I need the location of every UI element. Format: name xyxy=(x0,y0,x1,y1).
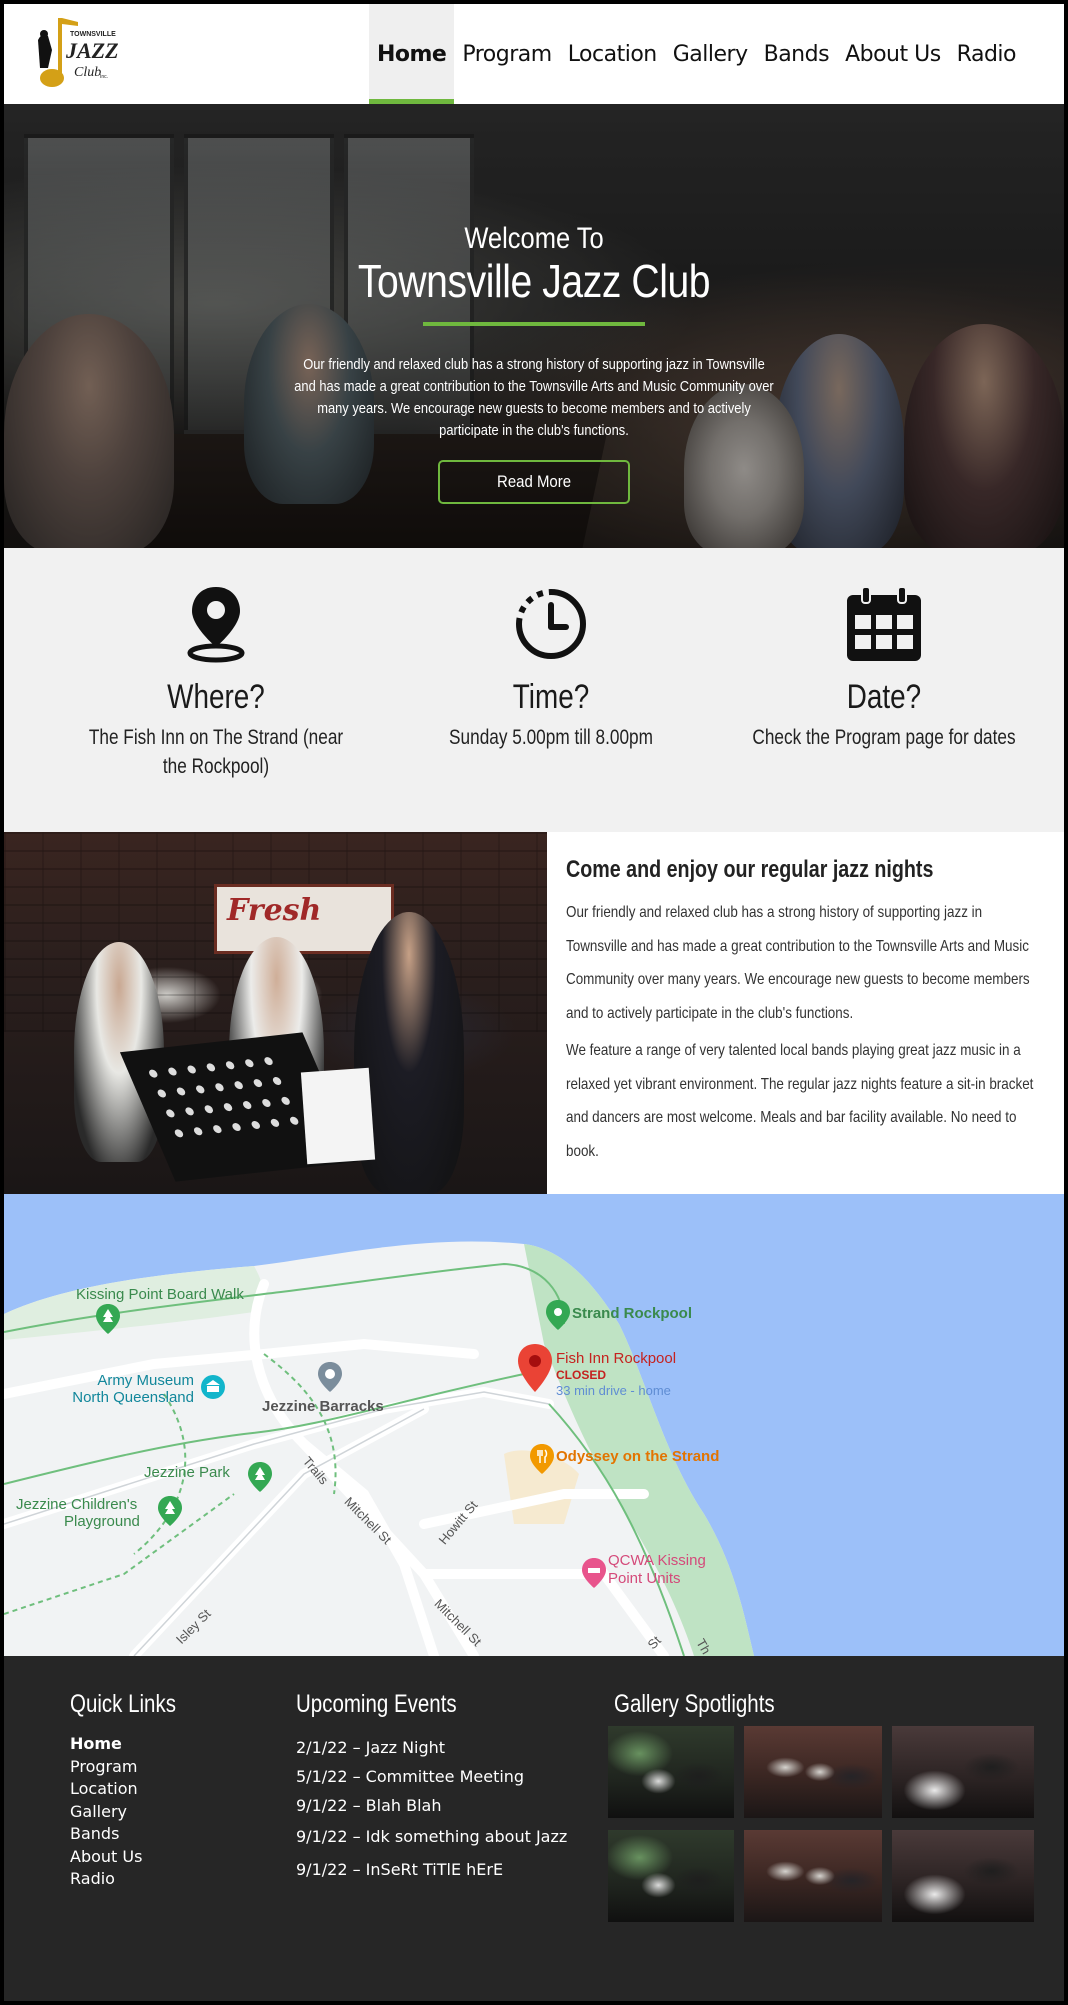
event-item: 9/1/22 – Blah Blah xyxy=(296,1796,442,1815)
footer-quick-links: Quick Links Home Program Location Galler… xyxy=(70,1690,199,1891)
hero-banner: Welcome To Townsville Jazz Club Our frie… xyxy=(4,104,1064,548)
nav-bands[interactable]: Bands xyxy=(756,4,837,104)
gallery-thumbnail[interactable] xyxy=(608,1726,734,1818)
page: TOWNSVILLE JAZZ Club Inc. Home Program L… xyxy=(4,4,1064,2001)
location-pin-icon xyxy=(51,584,381,664)
info-where-text: The Fish Inn on The Strand (near the Roc… xyxy=(88,726,344,778)
map-label-army-museum-2: North Queensland xyxy=(72,1389,194,1406)
info-band: Where? The Fish Inn on The Strand (near … xyxy=(4,548,1064,832)
svg-text:Club: Club xyxy=(74,65,101,80)
location-map[interactable]: Kissing Point Board Walk Army Museum Nor… xyxy=(4,1194,1064,1656)
map-label-fish-inn: Fish Inn Rockpool xyxy=(556,1350,677,1367)
footer-gallery-title: Gallery Spotlights xyxy=(614,1690,775,1718)
feature-text: Come and enjoy our regular jazz nights O… xyxy=(566,850,1046,1168)
site-footer: Quick Links Home Program Location Galler… xyxy=(4,1656,1064,2001)
info-where: Where? The Fish Inn on The Strand (near … xyxy=(51,584,381,781)
map-label-strand-rockpool: Strand Rockpool xyxy=(572,1305,693,1322)
footer-link-program[interactable]: Program xyxy=(70,1756,199,1779)
gallery-thumbnail[interactable] xyxy=(744,1726,882,1818)
footer-link-home[interactable]: Home xyxy=(70,1733,199,1756)
info-date-text: Check the Program page for dates xyxy=(752,726,1016,749)
nav-radio[interactable]: Radio xyxy=(949,4,1024,104)
main-nav: Home Program Location Gallery Bands Abou… xyxy=(368,4,1024,104)
map-label-odyssey: Odyssey on the Strand xyxy=(556,1448,720,1465)
map-canvas[interactable] xyxy=(4,1194,1064,1656)
nav-gallery[interactable]: Gallery xyxy=(665,4,756,104)
clock-icon xyxy=(386,584,716,664)
map-label-kissing-point: Kissing Point Board Walk xyxy=(76,1286,244,1303)
site-header: TOWNSVILLE JAZZ Club Inc. Home Program L… xyxy=(4,4,1064,104)
event-item: 9/1/22 – InSeRt TiTlE hErE xyxy=(296,1860,504,1879)
hero-text: Our friendly and relaxed club has a stro… xyxy=(294,356,774,439)
info-time-text: Sunday 5.00pm till 8.00pm xyxy=(449,726,653,749)
footer-link-bands[interactable]: Bands xyxy=(70,1823,199,1846)
nav-program[interactable]: Program xyxy=(454,4,559,104)
nav-location[interactable]: Location xyxy=(560,4,665,104)
gallery-thumbnail[interactable] xyxy=(744,1830,882,1922)
gallery-thumbnail[interactable] xyxy=(892,1726,1034,1818)
footer-events-list: 2/1/22 – Jazz Night 5/1/22 – Committee M… xyxy=(296,1733,567,1886)
svg-text:Inc.: Inc. xyxy=(100,74,108,80)
gallery-thumbnail[interactable] xyxy=(608,1830,734,1922)
footer-link-about-us[interactable]: About Us xyxy=(70,1846,199,1869)
feature-heading: Come and enjoy our regular jazz nights xyxy=(566,856,934,883)
hero-title: Townsville Jazz Club xyxy=(357,255,711,307)
club-logo[interactable]: TOWNSVILLE JAZZ Club Inc. xyxy=(30,16,120,94)
info-where-title: Where? xyxy=(167,678,265,716)
event-item: 9/1/22 – Idk something about Jazz xyxy=(296,1827,568,1846)
map-label-army-museum: Army Museum xyxy=(97,1372,194,1389)
footer-upcoming-events: Upcoming Events 2/1/22 – Jazz Night 5/1/… xyxy=(296,1690,567,1886)
hero-kicker: Welcome To xyxy=(464,222,604,255)
gallery-thumbnail[interactable] xyxy=(892,1830,1034,1922)
event-item: 2/1/22 – Jazz Night xyxy=(296,1738,446,1757)
footer-link-gallery[interactable]: Gallery xyxy=(70,1801,199,1824)
band-photo: Fresh xyxy=(4,832,547,1194)
calendar-icon xyxy=(719,584,1049,664)
footer-events-title: Upcoming Events xyxy=(296,1690,457,1718)
info-date-title: Date? xyxy=(846,678,922,716)
feature-section: Fresh Come and enjoy our regular jazz ni… xyxy=(4,832,1064,1194)
info-date: Date? Check the Program page for dates xyxy=(719,584,1049,752)
event-item: 5/1/22 – Committee Meeting xyxy=(296,1767,525,1786)
map-label-qcwa-2: Point Units xyxy=(608,1570,681,1587)
band-photo-sign-text: Fresh xyxy=(227,893,322,928)
hero-divider xyxy=(423,322,645,326)
map-label-jezzine-park: Jezzine Park xyxy=(144,1464,230,1481)
map-label-jezzine-barracks: Jezzine Barracks xyxy=(262,1398,384,1415)
map-label-drive-time: 33 min drive - home xyxy=(556,1383,671,1398)
hero-content: Welcome To Townsville Jazz Club Our frie… xyxy=(284,222,784,504)
svg-text:JAZZ: JAZZ xyxy=(65,38,119,63)
svg-text:TOWNSVILLE: TOWNSVILLE xyxy=(70,31,116,38)
read-more-label: Read More xyxy=(496,472,572,491)
map-label-jezzine-childrens: Jezzine Children's xyxy=(16,1496,138,1513)
footer-link-location[interactable]: Location xyxy=(70,1778,199,1801)
nav-about-us[interactable]: About Us xyxy=(837,4,949,104)
read-more-button[interactable]: Read More xyxy=(438,460,630,504)
map-label-qcwa: QCWA Kissing xyxy=(608,1552,706,1569)
band-photo-sign: Fresh xyxy=(214,884,394,954)
footer-link-radio[interactable]: Radio xyxy=(70,1868,199,1891)
nav-home[interactable]: Home xyxy=(368,4,455,104)
footer-quick-links-title: Quick Links xyxy=(70,1690,176,1718)
feature-paragraph: We feature a range of very talented loca… xyxy=(566,1042,1034,1160)
footer-links-list: Home Program Location Gallery Bands Abou… xyxy=(70,1733,199,1891)
band-photo-sheet-music xyxy=(300,1067,376,1165)
map-label-playground: Playground xyxy=(64,1513,140,1530)
info-time: Time? Sunday 5.00pm till 8.00pm xyxy=(386,584,716,752)
footer-gallery-title-wrap: Gallery Spotlights xyxy=(614,1690,810,1719)
feature-paragraph: Our friendly and relaxed club has a stro… xyxy=(566,904,1030,1022)
info-time-title: Time? xyxy=(512,678,590,716)
